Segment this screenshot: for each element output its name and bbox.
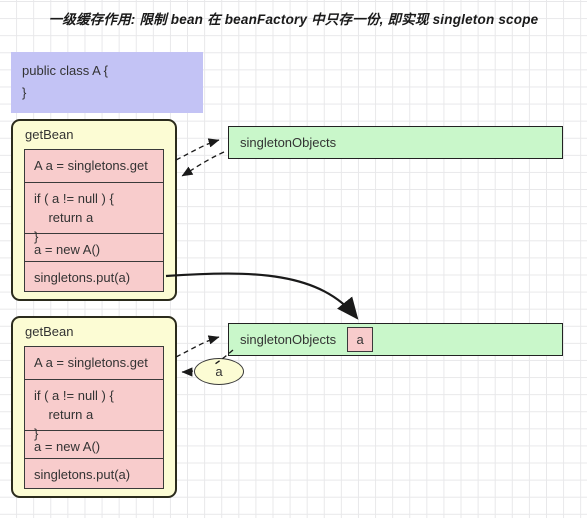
arrow-put-to-store-2	[165, 272, 359, 320]
arrow-store-to-get-1	[181, 151, 225, 177]
step-singletons-get-1: A a = singletons.get	[25, 150, 163, 183]
get-bean-block-1: getBean A a = singletons.get if ( a != n…	[11, 119, 177, 301]
singleton-objects-label-2: singletonObjects	[240, 332, 337, 347]
step-new-instance-1: a = new A()	[25, 234, 163, 262]
singleton-objects-store-2: singletonObjects a	[228, 323, 563, 356]
diagram-canvas: 一级缓存作用: 限制 bean 在 beanFactory 中只存一份, 即实现…	[0, 0, 587, 518]
bean-reference-ellipse: a	[194, 358, 244, 385]
get-bean-steps-2: A a = singletons.get if ( a != null ) { …	[24, 346, 164, 489]
step-new-instance-2: a = new A()	[25, 431, 163, 459]
class-declaration-box: public class A { }	[11, 52, 203, 113]
page-title: 一级缓存作用: 限制 bean 在 beanFactory 中只存一份, 即实现…	[48, 12, 539, 27]
get-bean-steps-1: A a = singletons.get if ( a != null ) { …	[24, 149, 164, 292]
get-bean-title-2: getBean	[25, 324, 74, 339]
step-null-check-1: if ( a != null ) { return a }	[25, 183, 163, 244]
step-singletons-put-2: singletons.put(a)	[25, 459, 163, 488]
arrow-get-to-store-1	[175, 138, 220, 161]
singleton-objects-label-1: singletonObjects	[240, 135, 337, 150]
step-null-check-2: if ( a != null ) { return a }	[25, 380, 163, 441]
step-singletons-put-1: singletons.put(a)	[25, 262, 163, 291]
step-singletons-get-2: A a = singletons.get	[25, 347, 163, 380]
arrow-ellipse-to-get-2	[181, 367, 194, 377]
get-bean-title-1: getBean	[25, 127, 74, 142]
singleton-objects-store-1: singletonObjects	[228, 126, 563, 159]
class-close-line: }	[22, 85, 27, 100]
arrow-get-to-store-2	[175, 335, 220, 358]
class-open-line: public class A {	[22, 63, 108, 78]
get-bean-block-2: getBean A a = singletons.get if ( a != n…	[11, 316, 177, 498]
bean-instance-chip: a	[347, 327, 374, 352]
